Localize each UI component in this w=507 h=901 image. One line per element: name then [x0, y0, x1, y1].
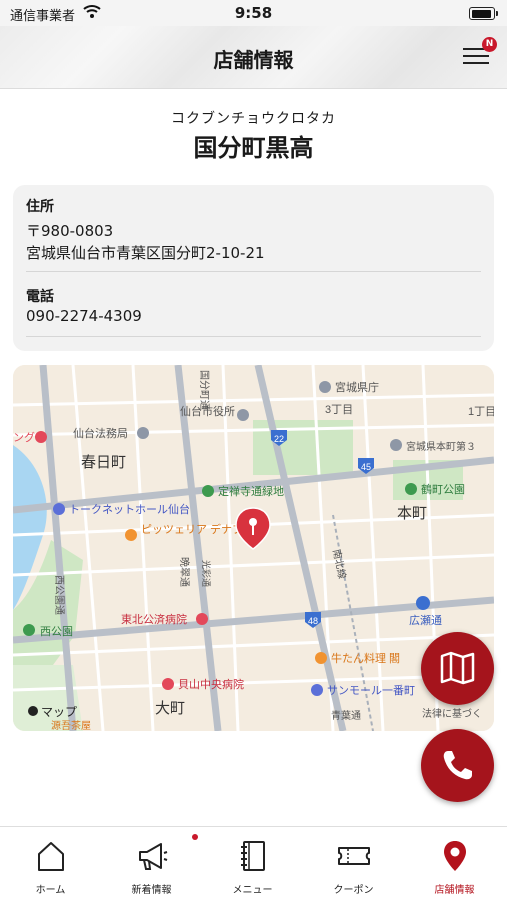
store-name-kana: コクブンチョウクロタカ: [171, 111, 336, 127]
location-pin-icon: [444, 841, 466, 871]
map-icon: [440, 651, 475, 685]
map-label-nishi-park: 西公園: [40, 625, 73, 638]
map-label-kokubuncho-dori: 国分町通: [198, 370, 210, 410]
tab-coupon[interactable]: クーポン: [303, 827, 404, 901]
map-label-chome3: 3丁目: [325, 404, 353, 416]
tab-menu-label: メニュー: [232, 885, 273, 896]
tab-menu[interactable]: メニュー: [202, 827, 303, 901]
megaphone-icon: [139, 843, 168, 870]
map-label-gyutan: 牛たん料理 閣: [331, 651, 400, 665]
map-label-nishi-park-dori: 西公園通: [53, 575, 65, 615]
address-value[interactable]: 宮城県仙台市青葉区国分町2-10-21: [26, 242, 265, 263]
divider: [26, 271, 481, 272]
status-bar: 通信事業者 9:58: [0, 0, 507, 26]
open-map-button[interactable]: [421, 632, 494, 705]
postal-code: 〒980-0803: [26, 222, 114, 240]
map-label-court: 仙台法務局: [73, 426, 128, 440]
tab-coupon-label: クーポン: [333, 885, 374, 896]
home-icon: [38, 842, 64, 871]
map-label-chome1: 1丁目: [468, 406, 494, 418]
menu-line: [463, 62, 489, 64]
hamburger-menu-button[interactable]: N: [463, 37, 497, 68]
map-label-honcho3: 宮城県本町第３: [406, 440, 476, 453]
phone-value[interactable]: 090-2274-4309: [26, 307, 142, 325]
clock: 9:58: [234, 4, 273, 22]
new-indicator-dot: [192, 834, 198, 840]
menu-line: [463, 48, 485, 50]
tab-store-info[interactable]: 店舗情報: [404, 827, 505, 901]
map-label-minenko: 源吾茶屋: [51, 719, 91, 731]
map-label-kaiyama-hospital: 貝山中央病院: [178, 677, 244, 691]
map-label-aoba-dori: 青葉通: [331, 709, 361, 722]
map-label-tokunet: トークネットホール仙台: [69, 502, 190, 516]
route-22-label: 22: [274, 434, 284, 444]
map-label-legal: 法律に基づく: [422, 707, 482, 720]
route-45-label: 45: [361, 462, 371, 472]
map-label-tohoku-hospital: 東北公済病院: [121, 612, 187, 626]
map-label-kasuga: 春日町: [81, 454, 126, 471]
tab-news[interactable]: 新着情報: [101, 827, 202, 901]
map-label-bansui-dori: 晩翠通: [178, 557, 190, 587]
bottom-tab-bar: ホーム 新着情報 メニュー クーポン 店舗情報: [0, 826, 507, 901]
map-label-hirose-dori: 広瀬通: [409, 613, 442, 627]
divider: [26, 336, 481, 337]
map-label-hikari-dori: 光彩通: [201, 560, 212, 587]
route-48-label: 48: [308, 616, 318, 626]
tab-home[interactable]: ホーム: [0, 827, 101, 901]
map-label-edge: ング: [13, 430, 35, 444]
battery-icon: [469, 7, 498, 20]
notification-badge: N: [482, 37, 497, 52]
map-label-honcho: 本町: [397, 505, 427, 522]
app-header: 店舗情報 N: [0, 26, 507, 89]
tab-news-label: 新着情報: [131, 885, 172, 896]
phone-icon: [443, 751, 472, 780]
map-label-tsutsumi-park: 鶴町公園: [421, 482, 465, 496]
map-label-omachi: 大町: [155, 700, 185, 717]
page-title: 店舗情報: [213, 48, 294, 72]
store-name: 国分町黒高: [193, 134, 314, 162]
address-label: 住所: [26, 199, 54, 215]
tab-home-label: ホーム: [35, 885, 66, 896]
map-label-sunmall: サンモール一番町: [327, 684, 415, 697]
ticket-icon: [338, 847, 370, 865]
map-label-jozenji: 定禅寺通緑地: [218, 484, 284, 498]
map-label-pref-office: 宮城県庁: [335, 380, 379, 394]
call-button[interactable]: [421, 729, 494, 802]
phone-label: 電話: [26, 289, 54, 305]
menu-line: [463, 55, 489, 57]
map-attribution-label: マップ: [41, 705, 77, 719]
book-icon: [241, 841, 265, 871]
tab-store-info-label: 店舗情報: [434, 885, 475, 896]
store-info-card: 住所 〒980-0803 宮城県仙台市青葉区国分町2-10-21 電話 090-…: [13, 185, 494, 351]
